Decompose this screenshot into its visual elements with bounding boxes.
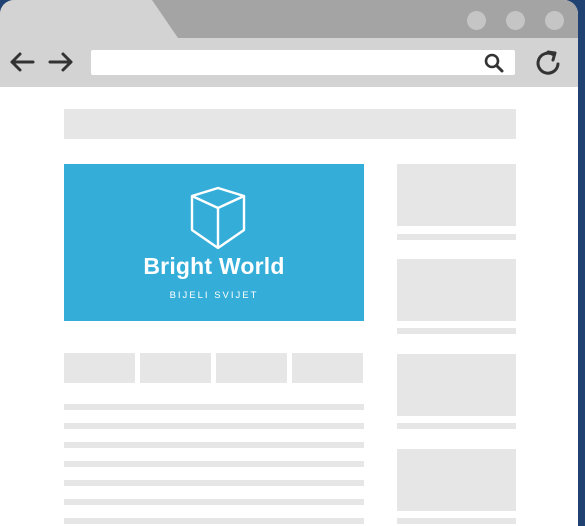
placeholder-text-line xyxy=(64,442,364,448)
sidebar-card-caption xyxy=(397,234,516,240)
placeholder-text-line xyxy=(64,480,364,486)
placeholder-text-line xyxy=(64,461,364,467)
sidebar-card-image[interactable] xyxy=(397,449,516,511)
browser-tab[interactable] xyxy=(0,0,178,38)
toolbar xyxy=(0,38,578,87)
placeholder-header-bar xyxy=(64,109,516,139)
search-icon xyxy=(484,53,504,73)
placeholder-tab[interactable] xyxy=(292,353,363,383)
window-dot-icon[interactable] xyxy=(467,11,486,30)
browser-window: Bright World BIJELI SVIJET xyxy=(0,0,578,526)
search-button[interactable] xyxy=(483,52,505,74)
placeholder-tab[interactable] xyxy=(140,353,211,383)
sidebar-card-caption xyxy=(397,518,516,524)
reload-icon xyxy=(536,50,560,75)
cube-logo-icon xyxy=(190,186,246,250)
placeholder-tab[interactable] xyxy=(216,353,287,383)
sidebar-card-image[interactable] xyxy=(397,354,516,416)
sidebar-card-caption xyxy=(397,328,516,334)
brand-name: Bright World xyxy=(143,253,285,279)
address-bar xyxy=(91,50,515,75)
title-bar xyxy=(0,0,578,38)
address-input[interactable] xyxy=(97,53,477,71)
arrow-right-icon xyxy=(48,52,73,72)
stage: Bright World BIJELI SVIJET xyxy=(0,0,585,526)
placeholder-tab[interactable] xyxy=(64,353,135,383)
forward-button[interactable] xyxy=(47,50,75,74)
window-dot-icon[interactable] xyxy=(506,11,525,30)
placeholder-text-line xyxy=(64,518,364,524)
arrow-left-icon xyxy=(10,52,35,72)
sidebar-card-image[interactable] xyxy=(397,164,516,226)
reload-button[interactable] xyxy=(533,48,563,78)
back-button[interactable] xyxy=(8,50,36,74)
placeholder-text-line xyxy=(64,423,364,429)
sidebar-card-caption xyxy=(397,423,516,429)
sidebar-card-image[interactable] xyxy=(397,259,516,321)
brand-tagline: BIJELI SVIJET xyxy=(169,290,259,301)
window-dot-icon[interactable] xyxy=(545,11,564,30)
page-content: Bright World BIJELI SVIJET xyxy=(0,87,578,526)
placeholder-text-line xyxy=(64,404,364,410)
hero-banner[interactable]: Bright World BIJELI SVIJET xyxy=(64,164,364,321)
placeholder-text-line xyxy=(64,499,364,505)
